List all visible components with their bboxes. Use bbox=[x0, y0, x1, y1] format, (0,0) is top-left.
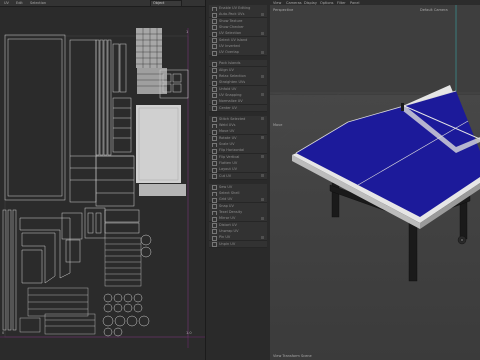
option-box-icon[interactable] bbox=[261, 31, 264, 35]
uv-tool-row[interactable]: UV Overlap bbox=[209, 49, 267, 57]
uv-tool-label: Grid UV bbox=[219, 197, 233, 202]
viewport-camera-label[interactable]: Default Camera bbox=[420, 8, 448, 12]
uv-ruler-left: 0 bbox=[2, 331, 5, 335]
uv-tool-label: Flip Horizontal bbox=[219, 148, 245, 153]
uv-tool-label: Auto-Pack UVs bbox=[219, 12, 245, 17]
uv-tool-label: Relax Selection bbox=[219, 74, 246, 78]
viewport-scene[interactable] bbox=[270, 5, 480, 360]
option-box-icon[interactable] bbox=[261, 136, 264, 140]
uv-tool-label: Pin UV bbox=[219, 235, 231, 240]
option-box-icon[interactable] bbox=[261, 174, 264, 177]
uv-tool-row[interactable]: Cut UV bbox=[209, 172, 267, 180]
checkbox-icon[interactable] bbox=[212, 174, 217, 179]
uv-dropdown-value: Object bbox=[153, 1, 165, 5]
vp-menu-filter[interactable]: Filter bbox=[337, 1, 346, 5]
uv-tool-label: UV Snapping bbox=[219, 92, 242, 97]
uv-tool-row[interactable]: Center UV bbox=[209, 104, 267, 112]
uv-object-dropdown[interactable]: Object bbox=[150, 0, 182, 7]
uv-tool-label: Texel Density bbox=[219, 210, 243, 214]
uv-tool-label: Normalize UV bbox=[219, 99, 243, 104]
uv-tool-label: Mirror UV bbox=[219, 216, 236, 221]
uv-menubar: UV Edit Selection Object bbox=[0, 0, 205, 7]
uv-tool-label: Unfold UV bbox=[219, 86, 237, 91]
uv-tool-label: Scale UV bbox=[219, 142, 235, 146]
uv-tool-label: Layout UV bbox=[219, 167, 237, 172]
uv-tool-label: Sew UV bbox=[219, 184, 233, 189]
uv-ruler-bottom: 1.0 bbox=[186, 331, 192, 335]
uv-tool-label: UV Inverted bbox=[219, 43, 240, 48]
viewport-status-label: View Transform Scene bbox=[273, 354, 312, 358]
uv-menu-edit[interactable]: Edit bbox=[16, 1, 23, 5]
uv-menu-uv[interactable]: UV bbox=[4, 1, 9, 5]
uv-tool-label: Straighten UVs bbox=[219, 80, 246, 85]
uv-tool-label: Distort UV bbox=[219, 222, 237, 227]
option-box-icon[interactable] bbox=[261, 12, 264, 16]
uv-island-net-panel bbox=[136, 105, 181, 183]
uv-tool-label: Pack Islands bbox=[219, 61, 241, 66]
checkbox-icon[interactable] bbox=[212, 242, 217, 247]
vp-menu-cameras[interactable]: Cameras bbox=[286, 1, 302, 5]
uv-tool-label: Flatten UV bbox=[219, 160, 238, 165]
option-box-icon[interactable] bbox=[261, 235, 264, 239]
vp-menu-view[interactable]: View bbox=[273, 1, 281, 5]
uv-tool-row[interactable]: Unpin UV bbox=[209, 240, 267, 248]
option-box-icon[interactable] bbox=[261, 117, 264, 121]
uv-tool-label: Align UV bbox=[219, 67, 234, 72]
vp-menu-panel[interactable]: Panel bbox=[350, 1, 359, 5]
viewport-perspective-label: Perspective bbox=[273, 8, 294, 12]
option-box-icon[interactable] bbox=[261, 216, 264, 220]
uv-tool-label: UV Selection bbox=[219, 31, 242, 36]
uv-tool-label: Select UV Island bbox=[219, 37, 248, 42]
vp-menu-display[interactable]: Display bbox=[304, 1, 317, 5]
uv-tool-label: Flip Vertical bbox=[219, 154, 240, 159]
option-box-icon[interactable] bbox=[261, 93, 264, 97]
uv-ruler-top: 1 bbox=[186, 30, 189, 34]
checkbox-icon[interactable] bbox=[212, 106, 217, 111]
viewport-panel[interactable]: View Cameras Display Options Filter Pane… bbox=[270, 0, 480, 360]
uv-tool-label: Unwrap UV bbox=[219, 228, 239, 233]
option-box-icon[interactable] bbox=[261, 74, 264, 78]
uv-menu-selection[interactable]: Selection bbox=[30, 1, 46, 5]
uv-tool-label: Weld UVs bbox=[219, 123, 236, 128]
option-box-icon[interactable] bbox=[261, 155, 264, 159]
uv-tool-label: Center UV bbox=[219, 105, 237, 110]
checkbox-icon[interactable] bbox=[212, 50, 217, 56]
uv-tool-label: UV Overlap bbox=[219, 50, 239, 55]
viewport-move-label: Move bbox=[273, 123, 283, 127]
option-box-icon[interactable] bbox=[261, 197, 264, 201]
uv-tool-label: Cut UV bbox=[219, 173, 232, 178]
uv-tool-label: Select Shell bbox=[219, 191, 240, 196]
uv-tool-label: Move UV bbox=[219, 129, 235, 134]
vp-menu-options[interactable]: Options bbox=[320, 1, 334, 5]
uv-canvas[interactable] bbox=[0, 8, 205, 360]
uv-tool-label: Unpin UV bbox=[219, 241, 236, 246]
uv-tools-panel: Enable UV Editing Auto-Pack UVs Show Textu… bbox=[205, 0, 271, 360]
option-box-icon[interactable] bbox=[261, 50, 264, 54]
uv-tool-label: Snap UV bbox=[219, 203, 234, 208]
uv-island-net-strip bbox=[139, 184, 186, 196]
uv-tool-label: Enable UV Editing bbox=[219, 6, 251, 10]
uv-tool-label: Stitch Selected bbox=[219, 116, 246, 121]
uv-tool-label: Rotate UV bbox=[219, 135, 237, 140]
uv-tool-label: Show Checker bbox=[219, 24, 244, 29]
uv-editor-panel: UV Edit Selection Object 1 1.0 0 bbox=[0, 0, 205, 360]
uv-tool-label: Show Texture bbox=[219, 18, 243, 23]
